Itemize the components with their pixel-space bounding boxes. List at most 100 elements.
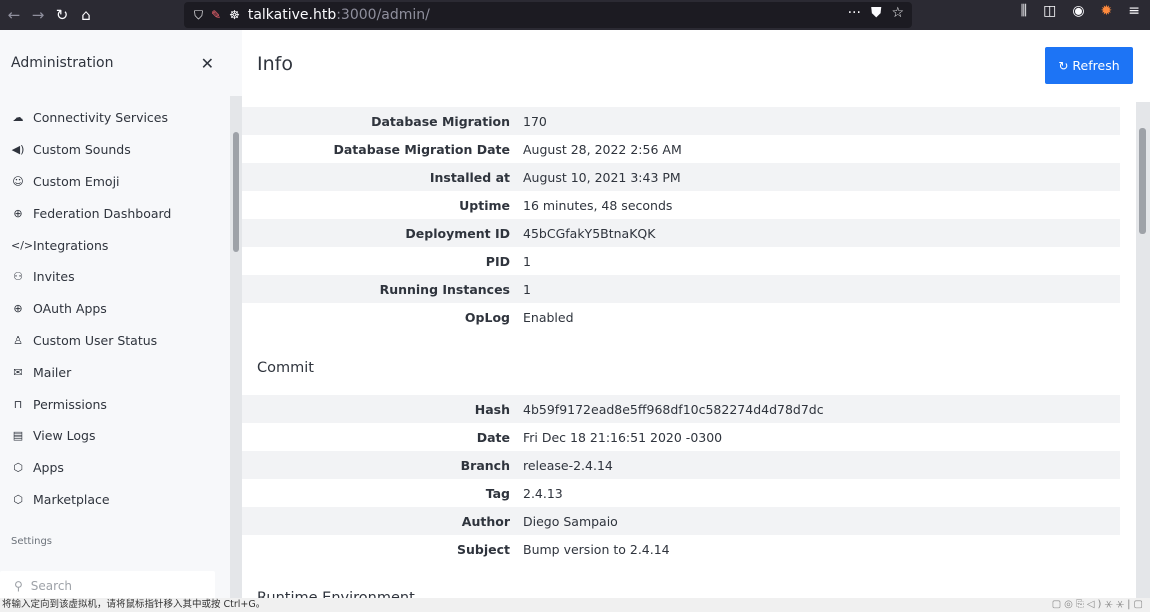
bookmark-star-icon[interactable]: ☆ (891, 5, 904, 21)
library-icon[interactable]: ⫼ (1021, 3, 1027, 19)
mail-icon: ✉ (13, 365, 23, 379)
sidebar-item-custom-sounds[interactable]: ◀) Custom Sounds (0, 134, 230, 166)
account-icon[interactable]: ◉ (1072, 3, 1084, 19)
row-value: 16 minutes, 48 seconds (523, 197, 673, 213)
sidebar-item-label: Integrations (33, 237, 109, 253)
table-row: Date Fri Dec 18 21:16:51 2020 -0300 (242, 423, 1120, 451)
extension-icon[interactable]: ✹ (1101, 3, 1113, 19)
cube-icon: ⬡ (13, 492, 23, 506)
sidebar-item-mailer[interactable]: ✉ Mailer (0, 356, 230, 388)
sidebar-title: Administration (11, 55, 114, 71)
status-text: 将输入定向到该虚拟机，请将鼠标指针移入其中或按 Ctrl+G。 (2, 599, 266, 610)
invite-icon: ⚇ (13, 270, 23, 284)
row-label: Author (461, 513, 510, 529)
volume-icon: ◀) (11, 143, 25, 157)
admin-sidebar: Administration ✕ ☁ Connectivity Services ◀… (0, 30, 242, 598)
table-row: Uptime 16 minutes, 48 seconds (242, 191, 1120, 219)
search-icon: ⚲ (14, 579, 23, 593)
sidebar-item-federation-dashboard[interactable]: ⊕ Federation Dashboard (0, 197, 230, 229)
sidebar-item-oauth-apps[interactable]: ⊕ OAuth Apps (0, 293, 230, 325)
main-scrollbar[interactable] (1136, 102, 1150, 598)
info-content: Commit Runtime Environment Database Migr… (242, 98, 1138, 598)
shield-icon: ⛉ (194, 7, 204, 22)
refresh-icon: ↻ (1058, 58, 1069, 73)
refresh-button[interactable]: ↻ Refresh (1045, 47, 1133, 84)
sidebar-section-settings: Settings (11, 536, 53, 547)
more-actions-icon[interactable]: ··· (848, 5, 861, 21)
file-icon: ▤ (12, 429, 24, 443)
table-row: Deployment ID 45bCGfakY5BtnaKQK (242, 219, 1120, 247)
table-row: Branch release-2.4.14 (242, 451, 1120, 479)
close-icon[interactable]: ✕ (201, 54, 214, 73)
sidebar-item-custom-emoji[interactable]: ☺ Custom Emoji (0, 166, 230, 198)
globe-icon: ⊕ (13, 302, 23, 316)
row-value: Diego Sampaio (523, 513, 618, 529)
insecure-lock-icon: ✎ (211, 8, 222, 22)
row-label: Database Migration (371, 113, 510, 129)
search-placeholder: Search (30, 579, 73, 593)
table-row: Database Migration 170 (242, 107, 1120, 135)
table-row: Installed at August 10, 2021 3:43 PM (242, 163, 1120, 191)
row-value: release-2.4.14 (523, 457, 613, 473)
cloud-icon: ☁ (12, 111, 24, 125)
sidebar-toggle-icon[interactable]: ◫ (1043, 3, 1056, 19)
sidebar-item-apps[interactable]: ⬡ Apps (0, 452, 230, 484)
browser-toolbar: ← → ↻ ⌂ ⛉ ✎ ☸ talkative.htb:3000/admin/ … (0, 0, 1150, 30)
sidebar-nav: ☁ Connectivity Services ◀) Custom Sounds ☺ Cu… (0, 102, 230, 515)
sidebar-item-invites[interactable]: ⚇ Invites (0, 261, 230, 293)
row-label: Subject (457, 541, 510, 557)
pocket-icon[interactable]: ⛊ (871, 5, 882, 21)
sidebar-item-label: Connectivity Services (33, 110, 169, 126)
main-scrollbar-thumb[interactable] (1139, 128, 1146, 234)
site-favicon-icon: ☸ (229, 8, 240, 22)
sidebar-item-permissions[interactable]: ⊓ Permissions (0, 388, 230, 420)
address-bar[interactable]: ⛉ ✎ ☸ talkative.htb:3000/admin/ ··· ⛊ ☆ (184, 2, 912, 28)
sidebar-item-label: Invites (33, 269, 75, 285)
row-label: OpLog (464, 309, 510, 325)
reload-icon[interactable]: ↻ (50, 3, 74, 27)
sidebar-item-label: Apps (33, 460, 64, 476)
sidebar-item-view-logs[interactable]: ▤ View Logs (0, 420, 230, 452)
sidebar-item-connectivity-services[interactable]: ☁ Connectivity Services (0, 102, 230, 134)
row-label: PID (485, 253, 510, 269)
main-header: Info (242, 30, 1150, 98)
url-path: :3000/admin/ (336, 7, 430, 23)
row-label: Tag (485, 485, 510, 501)
main-panel: Info ↻ Refresh Commit Runtime Environmen… (242, 30, 1150, 598)
sidebar-item-integrations[interactable]: </> Integrations (0, 229, 230, 261)
search-input[interactable]: ⚲ Search (0, 571, 215, 598)
row-label: Hash (474, 401, 510, 417)
sidebar-item-label: Federation Dashboard (33, 205, 172, 221)
sidebar-item-label: Custom Sounds (33, 142, 131, 158)
sidebar-scrollbar-thumb[interactable] (233, 132, 239, 252)
row-label: Uptime (459, 197, 510, 213)
back-arrow-icon[interactable]: ← (2, 3, 26, 27)
row-value: August 28, 2022 2:56 AM (523, 141, 682, 157)
row-label: Running Instances (379, 281, 510, 297)
home-icon[interactable]: ⌂ (74, 3, 98, 27)
table-row: Running Instances 1 (242, 275, 1120, 303)
sidebar-item-custom-user-status[interactable]: ♙ Custom User Status (0, 325, 230, 357)
section-title-commit: Commit (257, 360, 314, 376)
table-row: Subject Bump version to 2.4.14 (242, 535, 1120, 563)
lock-icon: ⊓ (13, 397, 23, 411)
page-title: Info (257, 53, 293, 75)
table-row: Tag 2.4.13 (242, 479, 1120, 507)
row-value: Fri Dec 18 21:16:51 2020 -0300 (523, 429, 723, 445)
sidebar-item-label: View Logs (33, 428, 96, 444)
forward-arrow-icon[interactable]: → (26, 3, 50, 27)
sidebar-item-marketplace[interactable]: ⬡ Marketplace (0, 484, 230, 516)
cube-icon: ⬡ (13, 461, 23, 475)
emoji-icon: ☺ (12, 174, 24, 188)
sidebar-item-label: Mailer (33, 364, 72, 380)
row-label: Date (476, 429, 510, 445)
row-value: Bump version to 2.4.14 (523, 541, 670, 557)
table-row: PID 1 (242, 247, 1120, 275)
refresh-button-label: Refresh (1072, 58, 1120, 73)
user-icon: ♙ (13, 333, 23, 347)
sidebar-scrollbar[interactable] (230, 96, 242, 598)
menu-icon[interactable]: ≡ (1128, 3, 1140, 19)
section-title-runtime: Runtime Environment (257, 590, 415, 598)
row-value: 2.4.13 (523, 485, 563, 501)
sidebar-item-label: Permissions (33, 396, 107, 412)
